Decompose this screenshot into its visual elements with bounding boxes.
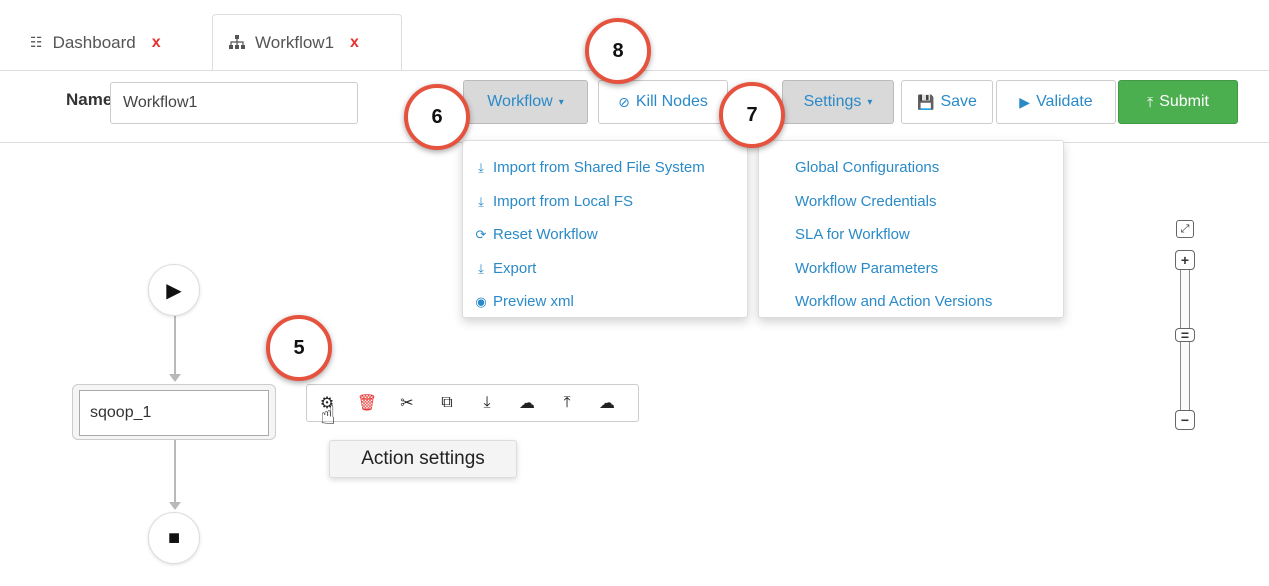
close-icon[interactable]: x [350,34,359,52]
zoom-slider-handle[interactable]: = [1175,327,1195,343]
cloud-download-icon[interactable]: ☁ [507,393,547,413]
play-icon: ▶ [166,279,182,302]
scissors-icon[interactable]: ✂ [387,393,427,413]
tab-label: Dashboard [52,32,136,52]
upload-icon: ⤒ [1147,93,1154,110]
menu-item-versions[interactable]: Workflow and Action Versions [759,285,1063,319]
hand-cursor-icon: ☝ [320,400,336,430]
menu-item-import-local[interactable]: ⤓ Import from Local FS [463,185,747,219]
copy-icon[interactable]: ⧉ [427,394,467,412]
cloud-upload-icon[interactable]: ☁ [587,393,627,413]
download-icon: ⤓ [478,260,484,276]
callout-6: 6 [404,84,470,150]
arrow-icon [169,374,181,382]
validate-label: Validate [1036,93,1093,110]
save-label: Save [940,93,977,110]
sitemap-icon [229,34,245,52]
callout-8: 8 [585,18,651,84]
menu-item-sla[interactable]: SLA for Workflow [759,218,1063,252]
submit-label: Submit [1159,93,1209,110]
menu-item-preview-xml[interactable]: ◉ Preview xml [463,285,747,319]
save-button[interactable]: 💾 Save [901,80,993,124]
menu-item-label: Import from Local FS [493,192,634,210]
arrow-icon [169,502,181,510]
validate-button[interactable]: ▶ Validate [996,80,1116,124]
trash-icon[interactable]: 🗑 [347,393,387,413]
action-toolbar: ⚙ 🗑 ✂ ⧉ ⤓ ☁ ⤒ ☁ [306,384,639,422]
download-icon: ⤓ [478,160,484,175]
settings-menu: Global Configurations Workflow Credentia… [758,140,1064,318]
download-icon: ⤓ [478,193,484,209]
settings-button-label: Settings [803,93,862,110]
caret-down-icon: ▾ [558,96,564,108]
callout-5: 5 [266,315,332,381]
workflow-dropdown-button[interactable]: Workflow ▾ [463,80,588,124]
start-node[interactable]: ▶ [148,264,200,316]
play-icon: ▶ [1019,93,1031,110]
callout-7: 7 [719,82,785,148]
menu-item-label: Preview xml [493,293,574,310]
menu-item-global-config[interactable]: Global Configurations [759,151,1063,185]
edge-start-to-node [174,316,176,380]
workflow-name-input[interactable] [110,82,358,124]
refresh-icon: ⟳ [475,227,487,242]
caret-down-icon: ▾ [867,96,873,108]
close-icon[interactable]: x [152,34,161,52]
tab-workflow1[interactable]: Workflow1 x [212,14,402,71]
menu-item-credentials[interactable]: Workflow Credentials [759,185,1063,219]
upload-icon[interactable]: ⤒ [547,394,587,412]
eye-icon: ◉ [475,294,487,309]
stop-icon: ■ [167,526,181,549]
submit-button[interactable]: ⤒ Submit [1118,80,1238,124]
menu-item-reset[interactable]: ⟳ Reset Workflow [463,218,747,252]
menu-item-label: Export [493,259,537,277]
menu-item-label: Reset Workflow [493,226,598,243]
fit-screen-icon[interactable]: ⤢ [1176,220,1194,238]
name-label: Name [66,90,113,109]
menu-item-label: Import from Shared File System [493,159,705,176]
kill-nodes-button[interactable]: ⊘ Kill Nodes [598,80,728,124]
action-node-label: sqoop_1 [79,390,269,436]
kill-nodes-label: Kill Nodes [635,93,708,110]
menu-item-parameters[interactable]: Workflow Parameters [759,252,1063,286]
zoom-out-button[interactable]: − [1175,410,1195,430]
end-node[interactable]: ■ [148,512,200,564]
action-node[interactable]: sqoop_1 [72,384,276,440]
ban-icon: ⊘ [618,93,630,110]
menu-item-import-shared[interactable]: ⤓ Import from Shared File System [463,151,747,185]
action-settings-tooltip: Action settings [329,440,517,478]
edge-node-to-end [174,440,176,506]
workflow-menu: ⤓ Import from Shared File System ⤓ Import … [462,140,748,318]
download-icon[interactable]: ⤓ [467,394,507,412]
menu-item-export[interactable]: ⤓ Export [463,252,747,286]
tab-dashboard[interactable]: ☷ Dashboard x [30,14,208,71]
floppy-icon: 💾 [917,93,935,110]
tab-label: Workflow1 [255,33,335,52]
zoom-in-button[interactable]: + [1175,250,1195,270]
grid-icon: ☷ [30,34,43,50]
settings-dropdown-button[interactable]: Settings ▾ [782,80,894,124]
workflow-button-label: Workflow [487,93,553,110]
